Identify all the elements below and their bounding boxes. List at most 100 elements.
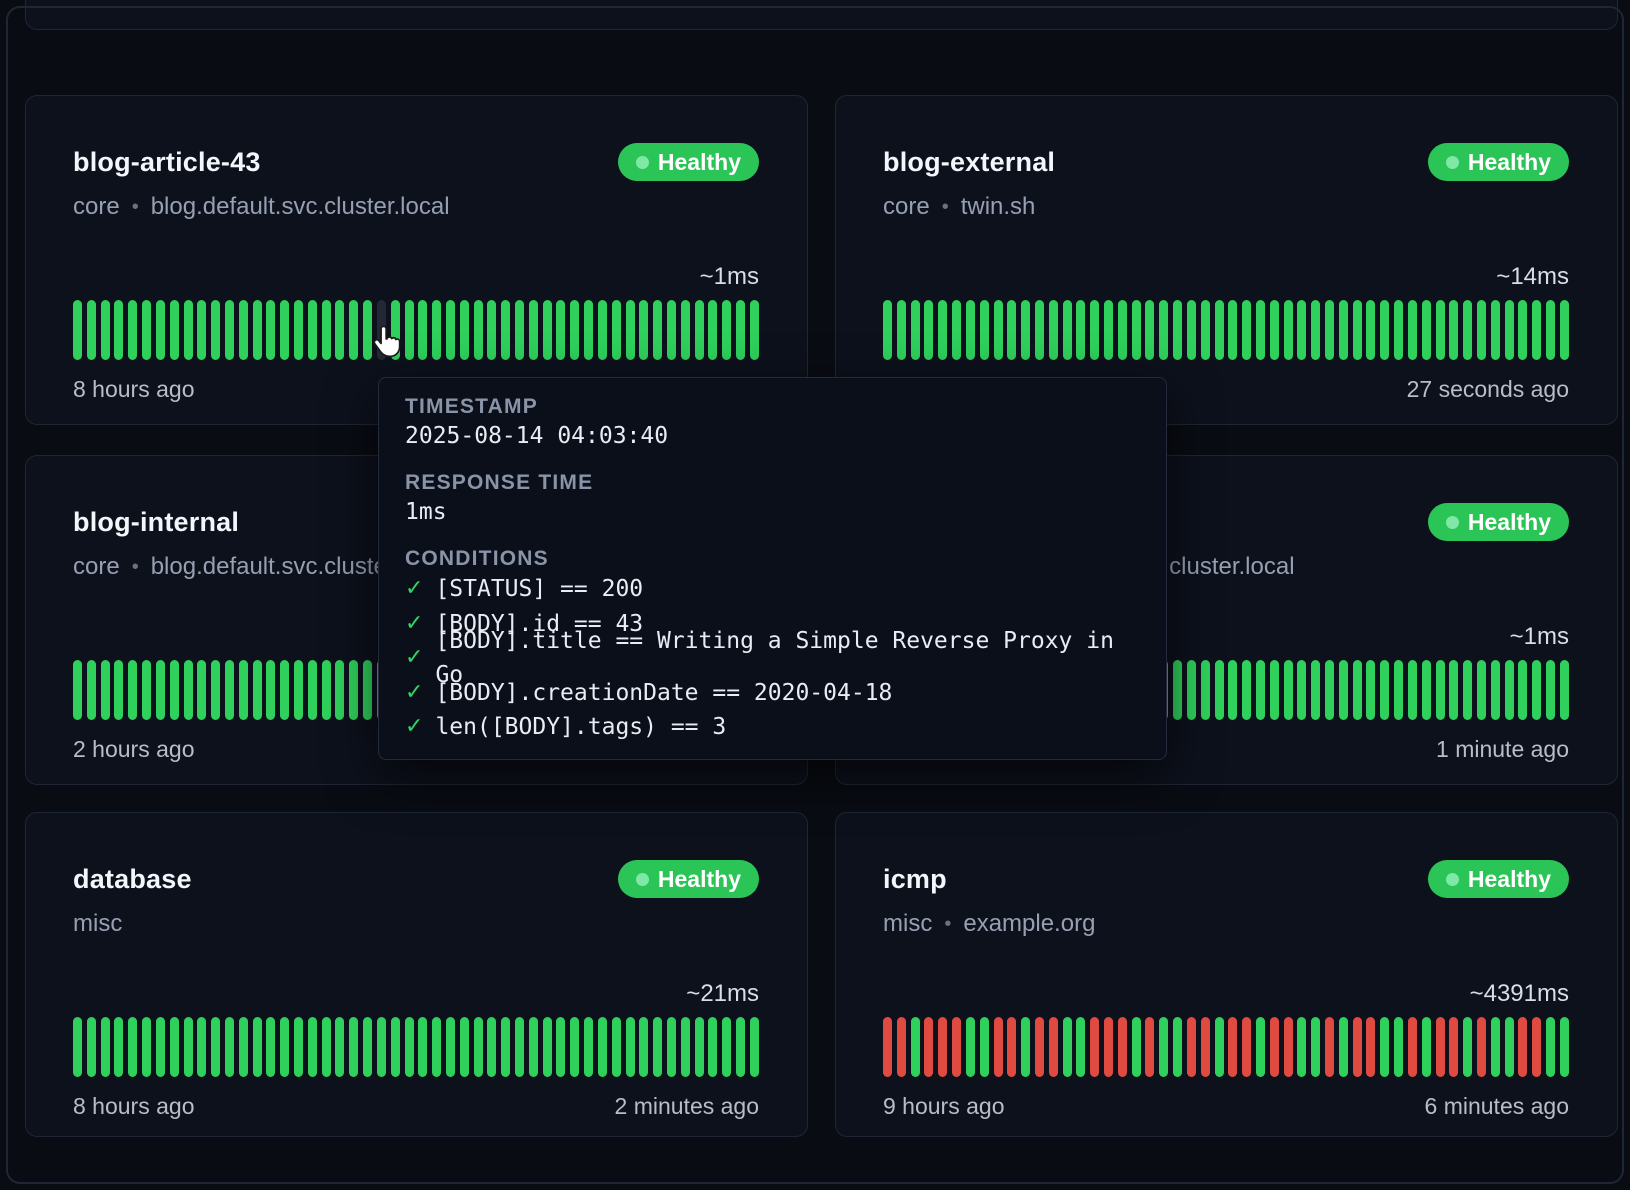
status-bar[interactable]	[1256, 1017, 1265, 1077]
status-bar[interactable]	[446, 300, 455, 360]
status-bar[interactable]	[239, 1017, 248, 1077]
status-bar[interactable]	[1187, 300, 1196, 360]
status-bar[interactable]	[1463, 300, 1472, 360]
status-bar[interactable]	[391, 1017, 400, 1077]
status-bar[interactable]	[322, 300, 331, 360]
status-bar[interactable]	[142, 1017, 151, 1077]
status-bar[interactable]	[1297, 300, 1306, 360]
status-bar[interactable]	[1449, 660, 1458, 720]
status-bar[interactable]	[1187, 1017, 1196, 1077]
status-bar[interactable]	[1422, 1017, 1431, 1077]
status-bar[interactable]	[938, 300, 947, 360]
status-bar[interactable]	[87, 660, 96, 720]
status-bar[interactable]	[1353, 300, 1362, 360]
status-bar[interactable]	[487, 300, 496, 360]
status-bar[interactable]	[1132, 300, 1141, 360]
status-bar[interactable]	[1532, 1017, 1541, 1077]
status-bar[interactable]	[363, 660, 372, 720]
status-bar[interactable]	[1256, 300, 1265, 360]
status-bar[interactable]	[294, 660, 303, 720]
status-bar[interactable]	[322, 660, 331, 720]
status-bar[interactable]	[363, 1017, 372, 1077]
status-bar[interactable]	[1284, 660, 1293, 720]
status-bar[interactable]	[156, 300, 165, 360]
status-bar[interactable]	[349, 660, 358, 720]
status-bar[interactable]	[114, 1017, 123, 1077]
status-bar[interactable]	[1560, 300, 1569, 360]
status-bar[interactable]	[1284, 300, 1293, 360]
status-bar[interactable]	[128, 660, 137, 720]
status-bar[interactable]	[1187, 660, 1196, 720]
status-bar[interactable]	[1560, 660, 1569, 720]
status-bar[interactable]	[1436, 660, 1445, 720]
status-bar[interactable]	[363, 300, 372, 360]
status-bar[interactable]	[322, 1017, 331, 1077]
status-bar[interactable]	[73, 300, 82, 360]
status-bar[interactable]	[1284, 1017, 1293, 1077]
status-bar[interactable]	[308, 300, 317, 360]
status-bar[interactable]	[1035, 300, 1044, 360]
status-bar[interactable]	[1339, 660, 1348, 720]
status-bar[interactable]	[156, 1017, 165, 1077]
status-bar[interactable]	[529, 300, 538, 360]
status-bar[interactable]	[1076, 300, 1085, 360]
status-bar[interactable]	[211, 660, 220, 720]
status-bar[interactable]	[626, 300, 635, 360]
status-bar[interactable]	[253, 660, 262, 720]
status-bar[interactable]	[529, 1017, 538, 1077]
status-bar[interactable]	[1477, 1017, 1486, 1077]
status-bar[interactable]	[938, 1017, 947, 1077]
status-bar[interactable]	[266, 300, 275, 360]
status-bar[interactable]	[1325, 1017, 1334, 1077]
status-bar[interactable]	[1118, 300, 1127, 360]
status-bar[interactable]	[911, 300, 920, 360]
status-bar[interactable]	[1256, 660, 1265, 720]
status-bar[interactable]	[460, 300, 469, 360]
status-bar[interactable]	[1449, 1017, 1458, 1077]
status-bar[interactable]	[1215, 660, 1224, 720]
status-bar[interactable]	[883, 1017, 892, 1077]
status-bar[interactable]	[1311, 1017, 1320, 1077]
status-bar[interactable]	[1408, 660, 1417, 720]
status-bar[interactable]	[1049, 300, 1058, 360]
status-bar[interactable]	[681, 300, 690, 360]
status-bar[interactable]	[101, 1017, 110, 1077]
status-bar[interactable]	[184, 300, 193, 360]
status-bar[interactable]	[1201, 1017, 1210, 1077]
status-bar[interactable]	[474, 1017, 483, 1077]
status-bar[interactable]	[170, 300, 179, 360]
status-bar[interactable]	[952, 300, 961, 360]
status-bar[interactable]	[225, 660, 234, 720]
status-bar[interactable]	[142, 300, 151, 360]
status-bar[interactable]	[253, 300, 262, 360]
status-bar[interactable]	[1228, 660, 1237, 720]
status-bar[interactable]	[1394, 660, 1403, 720]
status-bar[interactable]	[980, 300, 989, 360]
status-bar[interactable]	[653, 300, 662, 360]
status-bar[interactable]	[897, 300, 906, 360]
status-bar[interactable]	[1505, 660, 1514, 720]
status-bar[interactable]	[1132, 1017, 1141, 1077]
status-bar[interactable]	[1049, 1017, 1058, 1077]
status-bar[interactable]	[1380, 300, 1389, 360]
status-bar[interactable]	[1021, 1017, 1030, 1077]
status-bar[interactable]	[1449, 300, 1458, 360]
status-bar[interactable]	[1297, 1017, 1306, 1077]
status-bar[interactable]	[556, 1017, 565, 1077]
status-bar[interactable]	[1436, 300, 1445, 360]
status-bar[interactable]	[1325, 660, 1334, 720]
status-bar[interactable]	[708, 300, 717, 360]
status-bar[interactable]	[87, 300, 96, 360]
status-bar[interactable]	[1518, 300, 1527, 360]
status-bar[interactable]	[1408, 1017, 1417, 1077]
status-bar[interactable]	[294, 300, 303, 360]
uptime-bars[interactable]	[73, 300, 759, 360]
status-bar[interactable]	[142, 660, 151, 720]
service-card-blog-external[interactable]: blog-external Healthy core • twin.sh ~14…	[835, 95, 1618, 425]
status-bar[interactable]	[584, 300, 593, 360]
status-bar[interactable]	[556, 300, 565, 360]
status-bar[interactable]	[308, 1017, 317, 1077]
status-bar[interactable]	[170, 660, 179, 720]
service-card-blog-article-43[interactable]: blog-article-43 Healthy core • blog.defa…	[25, 95, 808, 425]
status-bar[interactable]	[1560, 1017, 1569, 1077]
